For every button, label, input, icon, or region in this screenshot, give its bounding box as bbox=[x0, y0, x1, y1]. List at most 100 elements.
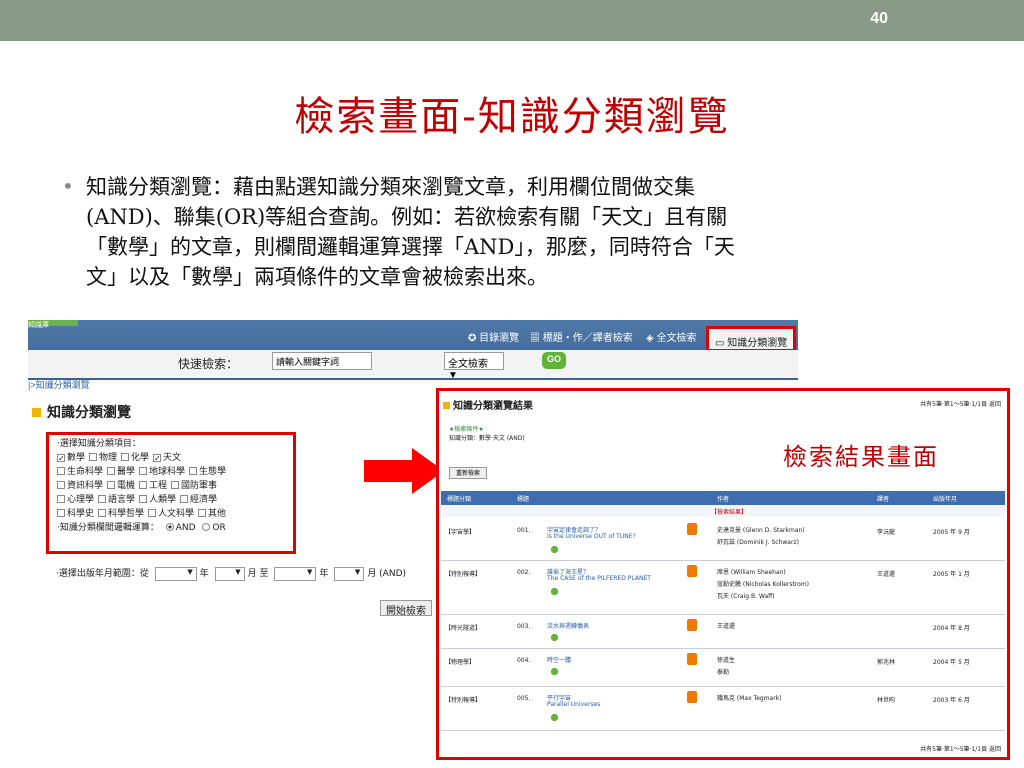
date-range-row: ‧選擇出版年月範圍：從 ▼ 年 ▼ 月 至 ▼ 年 ▼ 月 (AND) bbox=[56, 566, 407, 581]
category-label: 語言學 bbox=[108, 495, 136, 505]
category-selection-box: ‧選擇知識分類項目： ✓ 數學 物理 化學 ✓ 天文 生命科學 醫學 地球科學 生態學 資訊科學 電機… bbox=[46, 432, 296, 554]
category-checkbox[interactable] bbox=[198, 509, 207, 517]
book-icon: ✪ bbox=[468, 333, 480, 344]
category-checkbox[interactable] bbox=[121, 453, 130, 461]
start-search-button[interactable]: 開始檢索 bbox=[380, 600, 432, 617]
category-row: 心理學 語言學 人類學 經濟學 bbox=[57, 493, 285, 507]
results-summary[interactable]: 共有5筆‧第1～5筆‧1/1頁 返回 bbox=[920, 399, 1001, 408]
result-category: 【特別報導】 bbox=[445, 571, 482, 578]
result-date: 2003 年 6 月 bbox=[933, 697, 970, 704]
result-number: 004. bbox=[517, 657, 531, 664]
result-author: 瓦夫 (Craig B. Waff) bbox=[717, 593, 775, 600]
result-row: 【特別報導】 002. 誰偷了海王星？ The CASE of the PILFERE… bbox=[441, 561, 1005, 615]
bullet-dot-icon: • bbox=[62, 174, 74, 198]
format-badge-icon[interactable] bbox=[551, 546, 558, 553]
category-checkbox[interactable] bbox=[107, 481, 116, 489]
category-label: 生命科學 bbox=[67, 467, 104, 477]
category-checkbox[interactable] bbox=[89, 453, 98, 461]
result-title-link[interactable]: 流水與週轉儀表 bbox=[547, 621, 589, 630]
pdf-icon[interactable] bbox=[687, 653, 697, 665]
result-number: 002. bbox=[517, 569, 531, 576]
category-checkbox[interactable] bbox=[57, 495, 65, 503]
section-title: 知識分類瀏覽 bbox=[32, 402, 131, 422]
pdf-icon[interactable] bbox=[687, 565, 697, 577]
category-label: 心理學 bbox=[67, 495, 95, 505]
folder-icon: ▭ bbox=[715, 338, 728, 349]
format-badge-icon[interactable] bbox=[551, 668, 558, 675]
category-checkbox[interactable] bbox=[107, 467, 116, 475]
to-month-select[interactable]: ▼ bbox=[334, 566, 365, 581]
category-label: 醫學 bbox=[117, 467, 136, 477]
category-checkbox[interactable] bbox=[139, 481, 148, 489]
format-badge-icon[interactable] bbox=[551, 714, 558, 721]
result-title-link[interactable]: 時空一體 bbox=[547, 655, 571, 664]
result-number: 003. bbox=[517, 623, 531, 630]
nav-catalog-browse[interactable]: ✪ 目錄瀏覽 bbox=[468, 329, 519, 344]
result-date: 2004 年 8 月 bbox=[933, 625, 970, 632]
results-title: 知識分類瀏覽結果 bbox=[443, 397, 533, 412]
result-translator: 林世昀 bbox=[877, 697, 896, 704]
result-category: 【宇宙學】 bbox=[445, 529, 476, 536]
category-checkbox[interactable] bbox=[180, 495, 189, 503]
logic-and-radio[interactable] bbox=[165, 523, 174, 531]
from-month-select[interactable]: ▼ bbox=[214, 566, 245, 581]
nav-fulltext-search[interactable]: ◈ 全文檢索 bbox=[646, 329, 696, 344]
result-title-en-link[interactable]: The CASE of the PILFERED PLANET bbox=[547, 575, 651, 582]
category-label: 化學 bbox=[131, 453, 150, 463]
quick-search-type-select[interactable]: 全文檢索 ▼ bbox=[444, 352, 504, 381]
format-badge-icon[interactable] bbox=[551, 634, 558, 641]
category-checkbox[interactable] bbox=[148, 509, 157, 517]
nav-knowledge-browse[interactable]: ▭ 知識分類瀏覽 bbox=[706, 326, 796, 352]
pdf-icon[interactable] bbox=[687, 691, 697, 703]
result-author: 寇勒史騰 (Nicholas Kollerstrom) bbox=[717, 581, 810, 588]
category-label: 科學史 bbox=[67, 509, 95, 519]
category-checkbox[interactable] bbox=[98, 509, 107, 517]
from-year-select[interactable]: ▼ bbox=[154, 566, 197, 581]
logic-or-radio[interactable] bbox=[202, 523, 211, 531]
slide-page-number: 40 bbox=[870, 10, 888, 27]
body-line: 文」以及「數學」兩項條件的文章會被檢索出來。 bbox=[86, 265, 548, 289]
category-checkbox[interactable] bbox=[98, 495, 107, 503]
result-number: 001. bbox=[517, 527, 531, 534]
category-label: 天文 bbox=[163, 453, 182, 463]
pdf-icon[interactable] bbox=[687, 619, 697, 631]
category-checkbox[interactable] bbox=[189, 467, 198, 475]
diamond-icon: ◈ bbox=[646, 333, 657, 344]
result-category: 【時光隧道】 bbox=[445, 625, 482, 632]
category-label: 資訊科學 bbox=[67, 481, 104, 491]
category-checkbox[interactable] bbox=[57, 467, 65, 475]
body-line: 「數學」的文章，則欄間邏輯運算選擇「AND」，那麼，同時符合「天 bbox=[86, 235, 735, 259]
category-row: ✓ 數學 物理 化學 ✓ 天文 bbox=[57, 451, 285, 465]
result-row: 【物理學】 004. 時空一體 徐道生 泰勒 郭兆林 2004 年 5 月 bbox=[441, 649, 1005, 687]
nav-title-author-search[interactable]: ▦ 標題‧作／譯者檢索 bbox=[530, 329, 633, 344]
results-summary-bottom[interactable]: 共有5筆‧第1～5筆‧1/1頁 返回 bbox=[920, 744, 1001, 753]
category-checkbox[interactable]: ✓ bbox=[57, 454, 65, 463]
slide-body: 知識分類瀏覽：藉由點選知識分類來瀏覽文章，利用欄位間做交集 (AND)、聯集(O… bbox=[86, 172, 966, 292]
site-logo: 知識庫 bbox=[28, 320, 78, 329]
result-title-en-link[interactable]: Parallel Universes bbox=[547, 701, 600, 708]
result-title-en-link[interactable]: Is the Universe OUT of TUNE? bbox=[547, 533, 636, 540]
category-checkbox[interactable]: ✓ bbox=[153, 454, 162, 463]
quick-search-input[interactable]: 請輸入關鍵字詞 bbox=[272, 352, 372, 370]
category-label: 經濟學 bbox=[190, 495, 218, 505]
to-year-select[interactable]: ▼ bbox=[274, 566, 317, 581]
category-checkbox[interactable] bbox=[57, 509, 65, 517]
category-row: 生命科學 醫學 地球科學 生態學 bbox=[57, 465, 285, 479]
category-checkbox[interactable] bbox=[139, 467, 148, 475]
category-heading: ‧選擇知識分類項目： bbox=[57, 439, 141, 449]
result-author: 泰勒 bbox=[717, 669, 730, 676]
renew-search-button[interactable]: 重新檢索 bbox=[449, 467, 487, 479]
pdf-icon[interactable] bbox=[687, 523, 697, 535]
go-button[interactable]: GO bbox=[542, 352, 566, 369]
result-author: 鐵馬克 (Max Tegmark) bbox=[717, 695, 782, 702]
category-checkbox[interactable] bbox=[57, 481, 65, 489]
breadcrumb[interactable]: |>知識分類瀏覽 bbox=[28, 378, 90, 391]
category-row: 科學史 科學哲學 人文科學 其他 bbox=[57, 507, 285, 521]
category-checkbox[interactable] bbox=[139, 495, 148, 503]
result-number: 005. bbox=[517, 695, 531, 702]
quick-search-label: 快速檢索： bbox=[178, 357, 239, 371]
format-badge-icon[interactable] bbox=[551, 588, 558, 595]
category-checkbox[interactable] bbox=[171, 481, 180, 489]
category-label: 人文科學 bbox=[158, 509, 195, 519]
result-date: 2004 年 5 月 bbox=[933, 659, 970, 666]
